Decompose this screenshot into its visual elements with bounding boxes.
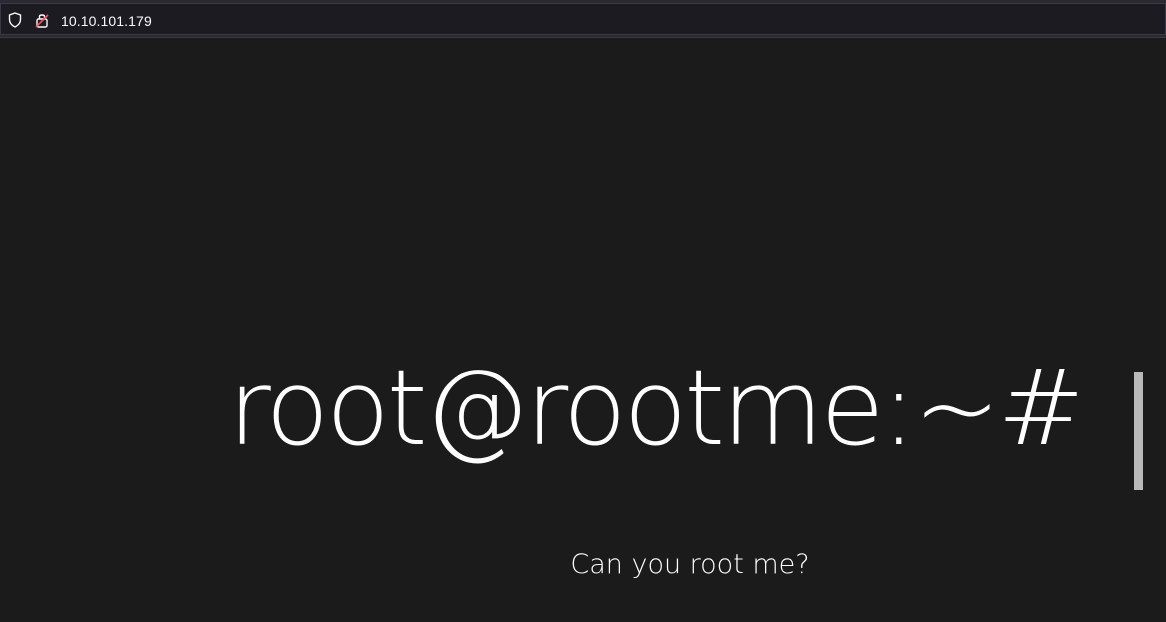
terminal-prompt-heading: root@rootme:~# bbox=[228, 347, 1085, 469]
page-subtitle: Can you root me? bbox=[570, 549, 810, 580]
address-bar[interactable]: 10.10.101.179 bbox=[0, 3, 1166, 35]
shield-icon[interactable] bbox=[8, 12, 22, 28]
browser-toolbar: 10.10.101.179 bbox=[0, 0, 1166, 38]
insecure-lock-icon[interactable] bbox=[35, 12, 49, 28]
url-text[interactable]: 10.10.101.179 bbox=[61, 13, 152, 29]
page-content: root@rootme:~# Can you root me? bbox=[0, 38, 1166, 622]
blinking-cursor bbox=[1134, 372, 1143, 490]
